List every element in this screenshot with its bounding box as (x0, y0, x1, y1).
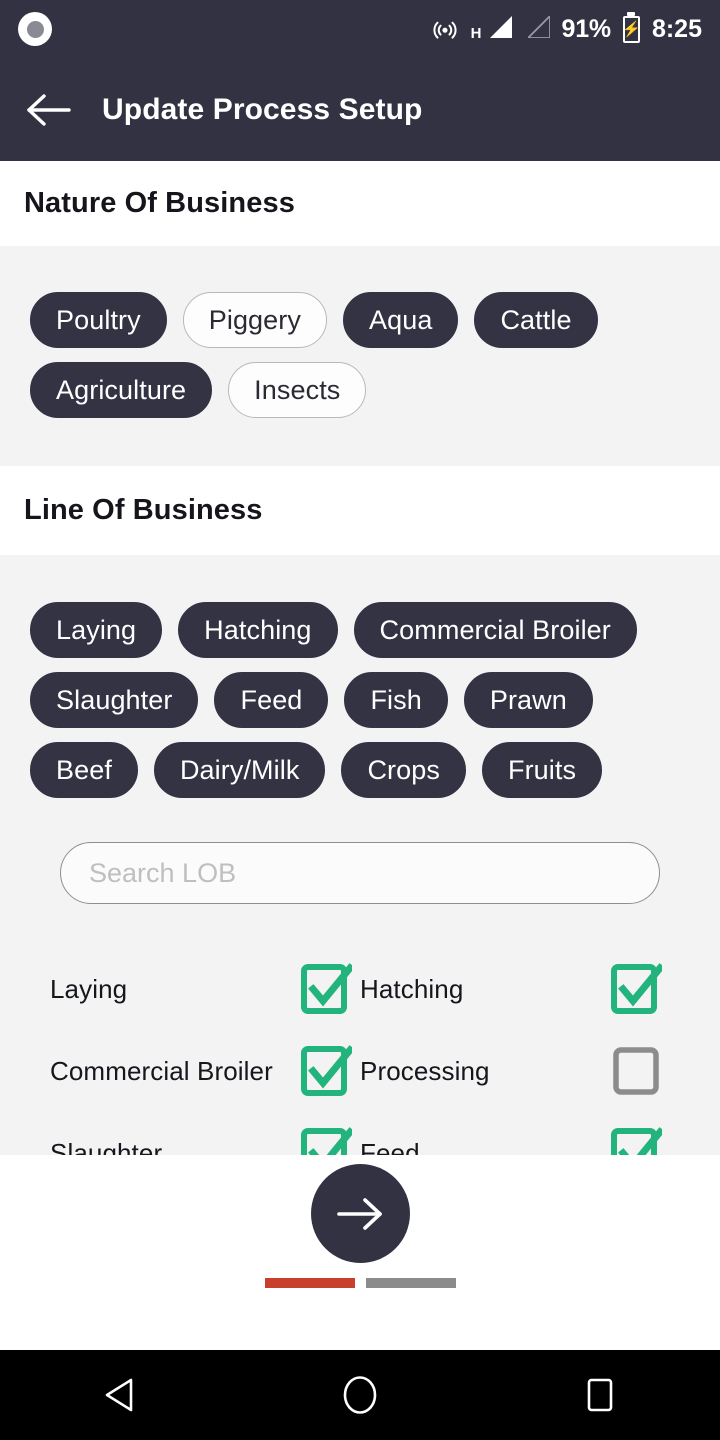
chip-crops[interactable]: Crops (341, 742, 466, 798)
android-nav-bar (0, 1350, 720, 1440)
signal-bars-icon (486, 16, 512, 42)
nature-of-business-chip-group: Poultry Piggery Aqua Cattle Agriculture Insec… (0, 292, 720, 418)
phone-screen: H 91% ⚡ 8:25 Update Process Setup Nature… (0, 0, 720, 1440)
line-of-business-body[interactable]: Laying Hatching Commercial Broiler Slaughte… (0, 555, 720, 1155)
page-indicator-step-1[interactable] (264, 1278, 355, 1288)
chip-hatching[interactable]: Hatching (178, 602, 338, 658)
checkbox-label: Commercial Broiler (50, 1055, 273, 1086)
chip-fish[interactable]: Fish (344, 672, 448, 728)
checkbox-row: Laying Hatching (50, 948, 670, 1030)
checkbox-toggle[interactable] (300, 1045, 352, 1097)
chip-cattle[interactable]: Cattle (474, 292, 598, 348)
chip-commercial-broiler[interactable]: Commercial Broiler (353, 602, 637, 658)
search-lob-row (0, 842, 720, 904)
chip-piggery[interactable]: Piggery (182, 292, 327, 348)
chip-beef[interactable]: Beef (30, 742, 138, 798)
checkbox-row: Slaughter Feed (50, 1112, 670, 1155)
nature-of-business-heading: Nature Of Business (24, 187, 295, 219)
signal-bars-empty-icon (524, 16, 550, 42)
checkbox-unchecked-icon (613, 1047, 659, 1095)
battery-percent-label: 91% (561, 14, 612, 43)
search-input[interactable] (89, 857, 631, 889)
line-of-business-heading: Line Of Business (24, 494, 263, 526)
checkbox-toggle[interactable] (300, 1127, 352, 1155)
nature-of-business-body: Poultry Piggery Aqua Cattle Agriculture Insec… (0, 246, 720, 466)
status-bar-left (0, 12, 52, 46)
hotspot-icon (431, 15, 459, 43)
back-button[interactable] (22, 83, 76, 137)
status-bar: H 91% ⚡ 8:25 (0, 0, 720, 58)
checkbox-label: Slaughter (50, 1137, 163, 1156)
checkbox-label: Hatching (360, 973, 464, 1004)
lob-checkbox-grid: Laying Hatching Commercial Broiler Processi… (0, 948, 720, 1155)
nav-home-button[interactable] (315, 1350, 405, 1440)
checkbox-toggle[interactable] (610, 1127, 662, 1155)
search-lob-box[interactable] (60, 842, 660, 904)
checkbox-checked-icon (611, 963, 662, 1014)
chip-agriculture[interactable]: Agriculture (30, 362, 213, 418)
chip-poultry[interactable]: Poultry (30, 292, 167, 348)
nav-back-button[interactable] (75, 1350, 165, 1440)
line-of-business-chip-group: Laying Hatching Commercial Broiler Slaughte… (0, 602, 720, 798)
chip-slaughter[interactable]: Slaughter (30, 672, 199, 728)
chip-feed[interactable]: Feed (214, 672, 329, 728)
page-title: Update Process Setup (102, 92, 423, 126)
checkbox-checked-icon (301, 1045, 352, 1096)
app-bar: Update Process Setup (0, 58, 720, 161)
checkbox-checked-icon (301, 963, 352, 1014)
status-bar-right: H 91% ⚡ 8:25 (431, 15, 720, 44)
network-type-label: H (470, 24, 482, 42)
nav-home-circle-icon (343, 1376, 377, 1414)
checkbox-row: Commercial Broiler Processing (50, 1030, 670, 1112)
arrow-right-icon (337, 1197, 382, 1230)
checkbox-item-slaughter[interactable]: Slaughter (50, 1127, 360, 1155)
page-indicator (264, 1278, 456, 1288)
page-indicator-step-2[interactable] (365, 1278, 456, 1288)
checkbox-label: Feed (360, 1137, 420, 1156)
nature-of-business-header: Nature Of Business (0, 161, 720, 246)
line-of-business-header: Line Of Business (0, 466, 720, 555)
checkbox-item-processing[interactable]: Processing (360, 1045, 670, 1097)
checkbox-checked-icon (301, 1127, 352, 1155)
battery-charging-icon: ⚡ (622, 15, 641, 43)
checkbox-item-feed[interactable]: Feed (360, 1127, 670, 1155)
checkbox-toggle[interactable] (610, 1045, 662, 1097)
clock-label: 8:25 (651, 14, 702, 43)
nav-recents-square-icon (587, 1378, 613, 1412)
checkbox-checked-icon (611, 1127, 662, 1155)
checkbox-toggle[interactable] (300, 963, 352, 1015)
checkbox-item-hatching[interactable]: Hatching (360, 963, 670, 1015)
chip-insects[interactable]: Insects (228, 362, 367, 418)
chip-fruits[interactable]: Fruits (481, 742, 603, 798)
bottom-bar (0, 1155, 720, 1350)
nav-recents-button[interactable] (555, 1350, 645, 1440)
chip-aqua[interactable]: Aqua (342, 292, 459, 348)
checkbox-label: Laying (50, 973, 128, 1004)
arrow-left-icon (27, 93, 71, 126)
nav-back-triangle-icon (105, 1378, 133, 1412)
chip-dairy-milk[interactable]: Dairy/Milk (153, 742, 326, 798)
checkbox-label: Processing (360, 1055, 490, 1086)
checkbox-item-laying[interactable]: Laying (50, 963, 360, 1015)
camera-dot-icon (18, 12, 52, 46)
next-button[interactable] (310, 1164, 410, 1263)
chip-laying[interactable]: Laying (30, 602, 163, 658)
checkbox-toggle[interactable] (610, 963, 662, 1015)
checkbox-item-commercial-broiler[interactable]: Commercial Broiler (50, 1045, 360, 1097)
chip-prawn[interactable]: Prawn (463, 672, 593, 728)
